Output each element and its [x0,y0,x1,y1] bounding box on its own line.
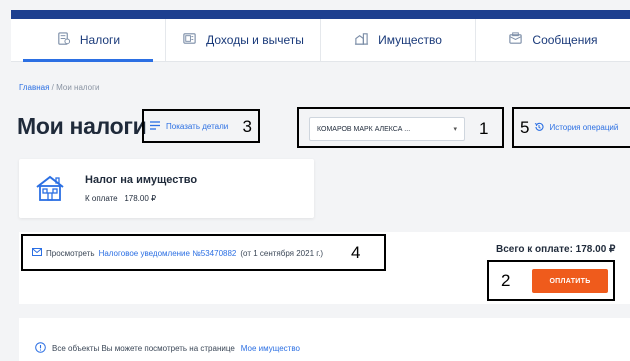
callout-number: 5 [520,117,530,137]
tab-income-deductions[interactable]: Доходы и вычеты [166,19,321,61]
notice-suffix: (от 1 сентября 2021 г.) [240,248,324,258]
main-tabs: Налоги Доходы и вычеты Имущество Сообщен… [11,19,630,62]
notice-prefix: Просмотреть [46,248,95,258]
chevron-down-icon: ▾ [453,126,457,133]
page-title: Мои налоги [17,113,147,139]
info-text: Все объекты Вы можете посмотреть на стра… [52,344,235,353]
callout-number: 4 [351,243,361,262]
pay-button[interactable]: ОПЛАТИТЬ [532,269,608,293]
notice-callout: Просмотреть Налоговое уведомление №53470… [21,234,386,271]
taxpayer-select-value: КОМАРОВ МАРК АЛЕКСА ... [317,125,411,133]
tab-label: Доходы и вычеты [206,33,304,47]
show-details-callout: Показать детали 3 [142,109,260,143]
tab-taxes[interactable]: Налоги [11,19,166,62]
tax-document-icon [56,31,71,49]
info-icon [35,342,46,355]
tax-card-property[interactable]: Налог на имущество К оплате 178.00 ₽ [19,159,314,218]
income-icon [182,31,197,49]
callout-number: 2 [501,271,511,290]
list-icon [150,117,160,135]
top-header-bar [11,10,630,19]
tab-property[interactable]: Имущество [321,19,476,61]
total-due: Всего к оплате: 178.00 ₽ [496,244,616,255]
info-panel: Все объекты Вы можете посмотреть на стра… [19,318,630,361]
breadcrumb-current: Мои налоги [56,83,100,92]
tax-card-due: К оплате 178.00 ₽ [85,194,156,203]
tab-label: Имущество [378,33,442,47]
tax-card-due-amount: 178.00 ₽ [124,194,157,203]
breadcrumb-home-link[interactable]: Главная [19,83,49,92]
tax-card-name: Налог на имущество [85,174,198,186]
tab-label: Налоги [79,33,121,47]
tab-label: Сообщения [532,33,598,47]
notice-line: Просмотреть Налоговое уведомление №53470… [32,248,323,258]
callout-number: 3 [242,117,252,136]
tax-card-due-label: К оплате [85,194,118,203]
history-icon [534,119,544,137]
history-callout: 5 История операций [512,107,630,148]
tab-messages[interactable]: Сообщения [476,19,630,61]
info-line: Все объекты Вы можете посмотреть на стра… [35,342,300,355]
breadcrumb: Главная / Мои налоги [19,83,99,92]
envelope-icon [32,248,42,258]
house-icon [34,172,66,204]
taxpayer-callout: КОМАРОВ МАРК АЛЕКСА ... ▾ 1 [297,107,504,148]
history-link[interactable]: История операций [549,123,618,132]
pay-callout: 2 ОПЛАТИТЬ [487,260,615,301]
my-property-link[interactable]: Мое имущество [241,344,300,353]
messages-icon [508,31,523,49]
tax-notice-link[interactable]: Налоговое уведомление №53470882 [99,249,237,258]
property-icon [354,31,369,49]
show-details-link[interactable]: Показать детали [166,122,228,131]
taxpayer-select[interactable]: КОМАРОВ МАРК АЛЕКСА ... ▾ [309,117,465,141]
callout-number: 1 [479,119,489,138]
